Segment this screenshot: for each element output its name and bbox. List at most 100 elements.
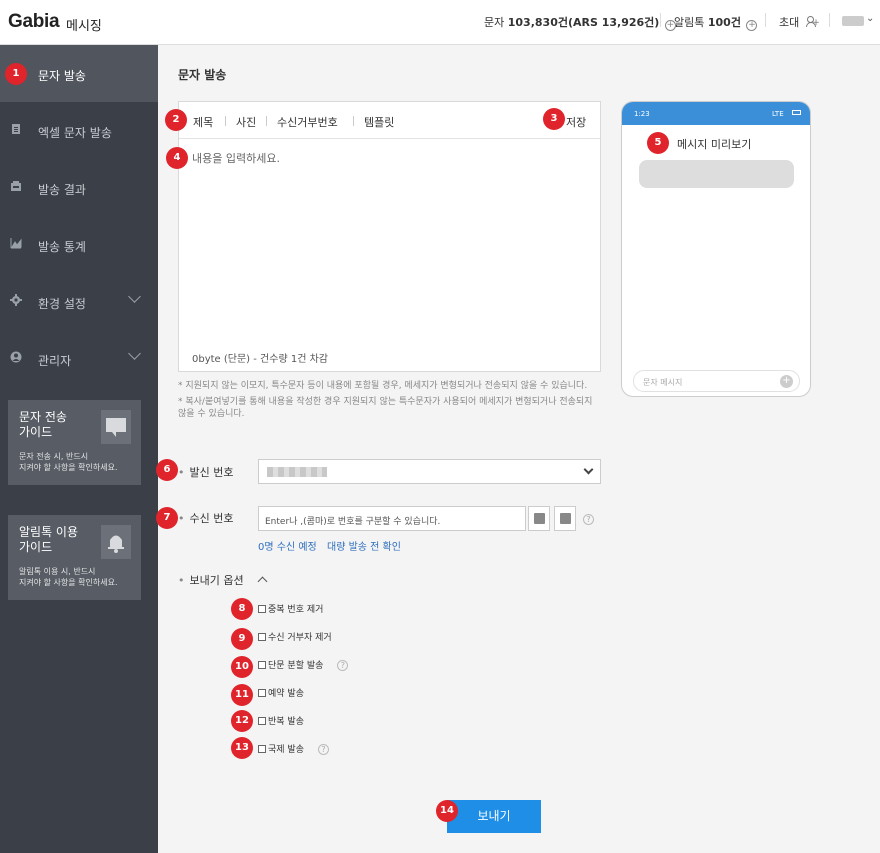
send-button[interactable]: 보내기 — [447, 800, 541, 833]
divider — [829, 13, 830, 27]
receiver-number-input[interactable]: Enter나 ,(콤마)로 번호를 구분할 수 있습니다. — [258, 506, 526, 531]
step-badge: 13 — [231, 737, 253, 759]
battery-icon — [792, 110, 801, 115]
alimtalk-balance-value: 100건 — [707, 16, 741, 29]
checkbox[interactable] — [258, 633, 266, 641]
sms-balance: 문자 103,830건(ARS 13,926건) + — [484, 16, 676, 31]
guide-desc: 문자 전송 시, 반드시 지켜야 할 사항을 확인하세요. — [19, 452, 118, 472]
guide-title: 문자 전송 가이드 — [19, 410, 67, 439]
checkbox[interactable] — [258, 689, 266, 697]
title-button[interactable]: 제목 — [193, 114, 213, 130]
gear-icon — [10, 294, 22, 306]
plus-circle-icon[interactable]: + — [746, 20, 758, 31]
step-badge: 5 — [647, 132, 669, 154]
inbox-icon — [11, 181, 21, 191]
sidebar-item-label: 문자 발송 — [38, 69, 86, 83]
checkbox[interactable] — [258, 745, 266, 753]
user-icon — [10, 351, 22, 363]
note-text: * 복사/붙여넣기를 통해 내용을 작성한 경우 지원되지 않는 특수문자가 사… — [178, 397, 593, 419]
divider — [660, 13, 661, 27]
template-button[interactable]: 템플릿 — [364, 114, 394, 130]
sidebar-item-send-stats[interactable]: 발송 통계 — [0, 216, 158, 273]
checkbox[interactable] — [258, 717, 266, 725]
option-split-send[interactable]: 단문 분할 발송? — [258, 658, 349, 671]
phone-signal: LTE — [772, 110, 784, 118]
step-badge: 11 — [231, 684, 253, 706]
divider — [353, 116, 354, 126]
sidebar-item-settings[interactable]: 환경 설정 — [0, 273, 158, 330]
checkbox[interactable] — [258, 661, 266, 669]
step-badge: 14 — [436, 800, 458, 822]
reject-number-button[interactable]: 수신거부번호 — [277, 114, 338, 130]
notes: * 지원되지 않는 이모지, 특수문자 등이 내용에 포함될 경우, 메세지가 … — [178, 380, 603, 424]
receiver-label: • 수신 번호 — [178, 512, 234, 525]
phone-status-bar: 1:23 LTE — [622, 102, 810, 125]
editor-toolbar: 제목 사진 수신거부번호 템플릿 저장 — [179, 102, 600, 139]
alimtalk-guide-card[interactable]: 알림톡 이용 가이드 알림톡 이용 시, 반드시 지켜야 할 사항을 확인하세요… — [8, 515, 141, 600]
sidebar-item-label: 환경 설정 — [38, 297, 86, 311]
sidebar: 문자 발송 엑셀 문자 발송 발송 결과 발송 통계 환경 설정 관리자 문자 … — [0, 45, 158, 853]
step-badge: 8 — [231, 598, 253, 620]
save-button[interactable]: 저장 — [566, 114, 586, 130]
chevron-down-icon — [128, 347, 141, 360]
option-repeat-send[interactable]: 반복 발송 — [258, 714, 304, 727]
divider — [266, 116, 267, 126]
invite-button[interactable]: 초대 + — [779, 14, 820, 30]
help-icon[interactable]: ? — [583, 514, 594, 525]
sms-balance-value: 103,830건(ARS 13,926건) — [507, 16, 660, 29]
guide-title: 알림톡 이용 가이드 — [19, 525, 79, 554]
step-badge: 12 — [231, 710, 253, 732]
chat-icon — [101, 410, 131, 444]
address-book-button[interactable] — [528, 506, 550, 531]
address-book-icon — [534, 513, 545, 524]
checkbox[interactable] — [258, 605, 266, 613]
phone-message-input: 문자 메시지 + — [633, 370, 800, 392]
photo-button[interactable]: 사진 — [236, 114, 256, 130]
sidebar-item-label: 발송 통계 — [38, 240, 86, 254]
sidebar-item-label: 관리자 — [38, 354, 72, 368]
chevron-down-icon[interactable]: ⌄ — [866, 13, 874, 24]
option-remove-duplicates[interactable]: 중복 번호 제거 — [258, 602, 323, 615]
option-international-send[interactable]: 국제 발송? — [258, 742, 329, 755]
note-text: * 지원되지 않는 이모지, 특수문자 등이 내용에 포함될 경우, 메세지가 … — [178, 381, 588, 391]
message-editor[interactable]: 제목 사진 수신거부번호 템플릿 저장 내용을 입력하세요. 0byte (단문… — [178, 101, 601, 372]
chevron-down-icon — [583, 464, 594, 475]
help-icon[interactable]: ? — [317, 744, 329, 755]
sender-number-select[interactable] — [258, 459, 601, 484]
divider — [225, 116, 226, 126]
divider — [765, 13, 766, 27]
phone-input-placeholder: 문자 메시지 — [643, 378, 683, 387]
byte-counter: 0byte (단문) - 건수량 1건 차감 — [192, 354, 328, 365]
alimtalk-balance: 알림톡 100건 + — [674, 16, 758, 31]
bulk-send-check-link[interactable]: 대량 발송 전 확인 — [327, 538, 401, 553]
chevron-up-icon[interactable] — [257, 576, 268, 587]
sender-label: • 발신 번호 — [178, 466, 234, 479]
sidebar-item-label: 발송 결과 — [38, 183, 86, 197]
sidebar-item-label: 엑셀 문자 발송 — [38, 126, 112, 140]
document-icon — [12, 124, 20, 134]
chevron-down-icon — [128, 290, 141, 303]
step-badge: 3 — [543, 108, 565, 130]
sidebar-item-excel-send[interactable]: 엑셀 문자 발송 — [0, 102, 158, 159]
sidebar-item-admin[interactable]: 관리자 — [0, 330, 158, 387]
help-icon[interactable]: ? — [337, 660, 349, 671]
option-remove-rejectors[interactable]: 수신 거부자 제거 — [258, 630, 332, 643]
chart-icon — [10, 238, 22, 249]
step-badge: 7 — [156, 507, 178, 529]
step-badge: 4 — [166, 147, 188, 169]
send-options-title: • 보내기 옵션 — [178, 574, 244, 587]
add-user-icon: + — [805, 16, 820, 28]
gabia-logo[interactable]: Gabia — [8, 11, 60, 33]
sms-guide-card[interactable]: 문자 전송 가이드 문자 전송 시, 반드시 지켜야 할 사항을 확인하세요. — [8, 400, 141, 485]
sidebar-item-send-result[interactable]: 발송 결과 — [0, 159, 158, 216]
step-badge: 9 — [231, 628, 253, 650]
upload-button[interactable] — [554, 506, 576, 531]
bell-icon — [101, 525, 131, 559]
user-menu[interactable] — [842, 16, 864, 26]
receiver-count: 0명 수신 예정 — [258, 542, 317, 553]
step-badge: 2 — [165, 109, 187, 131]
option-scheduled-send[interactable]: 예약 발송 — [258, 686, 304, 699]
message-content-input[interactable]: 내용을 입력하세요. — [192, 150, 280, 166]
preview-title: 메시지 미리보기 — [677, 138, 752, 151]
guide-desc: 알림톡 이용 시, 반드시 지켜야 할 사항을 확인하세요. — [19, 567, 118, 587]
